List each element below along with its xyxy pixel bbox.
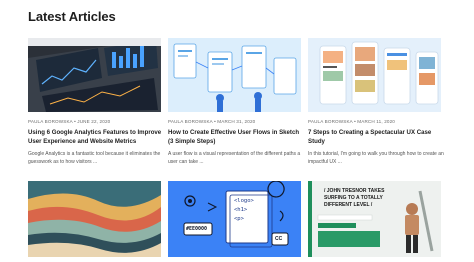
banner-headline-line2: SURFING TO A TOTALLY <box>324 195 383 201</box>
h1-tag-text: <h1> <box>234 207 248 213</box>
logo-tag-text: <logo> <box>234 198 254 204</box>
article-excerpt: A user flow is a visual representation o… <box>168 151 301 165</box>
article-thumbnail-user-flows[interactable] <box>168 38 301 112</box>
article-thumbnail-analytics[interactable] <box>28 38 161 112</box>
banner-headline-line1: / JOHN TRESNOR TAKES <box>324 188 385 194</box>
page-title: Latest Articles <box>28 9 116 24</box>
cc-badge-text: CC <box>275 236 283 242</box>
article-thumbnail-abstract[interactable] <box>28 181 161 257</box>
banner-headline-line3: DIFFERENT LEVEL / <box>324 202 373 208</box>
p-tag-text: <p> <box>234 216 244 222</box>
article-meta: PAULA BOROWSKA • MARCH 31, 2020 <box>168 119 256 124</box>
hex-code-text: #EE0000 <box>186 226 208 232</box>
article-meta: PAULA BOROWSKA • MARCH 11, 2020 <box>308 119 396 124</box>
article-thumbnail-dev-icons[interactable]: <logo> <h1> <p> #EE0000 CC <box>168 181 301 257</box>
article-thumbnail-ux-case-study[interactable] <box>308 38 441 112</box>
article-excerpt: In this tutorial, I'm going to walk you … <box>308 151 444 165</box>
article-title-link[interactable]: 7 Steps to Creating a Spectacular UX Cas… <box>308 129 444 146</box>
article-meta: PAULA BOROWSKA • JUNE 22, 2020 <box>28 119 111 124</box>
article-title-link[interactable]: How to Create Effective User Flows in Sk… <box>168 129 304 146</box>
article-title-link[interactable]: Using 6 Google Analytics Features to Imp… <box>28 129 164 146</box>
article-thumbnail-surfing[interactable]: / JOHN TRESNOR TAKES SURFING TO A TOTALL… <box>308 181 441 257</box>
article-excerpt: Google Analytics is a fantastic tool bec… <box>28 151 161 165</box>
